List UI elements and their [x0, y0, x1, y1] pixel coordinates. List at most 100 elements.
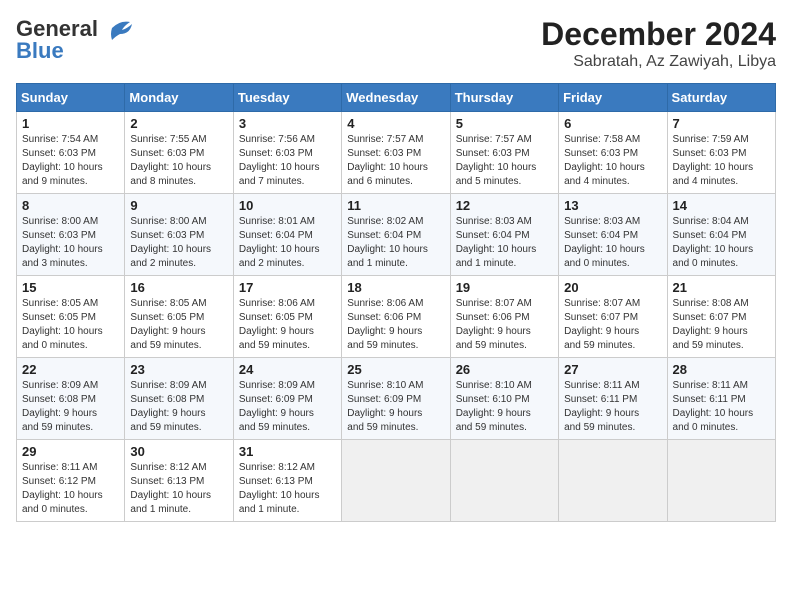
day-info: Sunrise: 8:00 AM Sunset: 6:03 PM Dayligh… [22, 215, 119, 271]
day-info: Sunrise: 8:10 AM Sunset: 6:09 PM Dayligh… [347, 379, 444, 435]
day-cell-11: 11Sunrise: 8:02 AM Sunset: 6:04 PM Dayli… [342, 194, 450, 276]
day-number: 26 [456, 362, 553, 377]
day-info: Sunrise: 8:09 AM Sunset: 6:09 PM Dayligh… [239, 379, 336, 435]
day-number: 2 [130, 116, 227, 131]
weekday-header-saturday: Saturday [667, 84, 775, 112]
weekday-header-wednesday: Wednesday [342, 84, 450, 112]
day-cell-18: 18 Sunrise: 8:06 AM Sunset: 6:06 PM Dayli… [342, 276, 450, 358]
day-number: 21 [673, 280, 770, 295]
day-cell-6: 6Sunrise: 7:58 AM Sunset: 6:03 PM Daylig… [559, 112, 667, 194]
day-number: 17 [239, 280, 336, 295]
day-info: Sunrise: 7:58 AM Sunset: 6:03 PM Dayligh… [564, 133, 661, 189]
day-info: Sunrise: 8:09 AM Sunset: 6:08 PM Dayligh… [130, 379, 227, 435]
day-cell-29: 29Sunrise: 8:11 AM Sunset: 6:12 PM Dayli… [17, 440, 125, 522]
day-number: 10 [239, 198, 336, 213]
month-title: December 2024 [541, 16, 776, 53]
day-cell-3: 3 Sunrise: 7:56 AM Sunset: 6:03 PM Daylig… [233, 112, 341, 194]
day-info: Sunrise: 7:54 AM Sunset: 6:03 PM Dayligh… [22, 133, 119, 189]
day-number: 3 [239, 116, 336, 131]
day-cell-12: 12 Sunrise: 8:03 AM Sunset: 6:04 PM Dayli… [450, 194, 558, 276]
day-cell-14: 14 Sunrise: 8:04 AM Sunset: 6:04 PM Dayli… [667, 194, 775, 276]
location-subtitle: Sabratah, Az Zawiyah, Libya [541, 53, 776, 71]
day-cell-19: 19 Sunrise: 8:07 AM Sunset: 6:06 PM Dayli… [450, 276, 558, 358]
day-number: 9 [130, 198, 227, 213]
day-cell-28: 28 Sunrise: 8:11 AM Sunset: 6:11 PM Dayli… [667, 358, 775, 440]
day-cell-4: 4 Sunrise: 7:57 AM Sunset: 6:03 PM Daylig… [342, 112, 450, 194]
day-info: Sunrise: 8:12 AM Sunset: 6:13 PM Dayligh… [239, 461, 336, 517]
day-number: 23 [130, 362, 227, 377]
day-info: Sunrise: 8:11 AM Sunset: 6:11 PM Dayligh… [673, 379, 770, 435]
day-info: Sunrise: 8:01 AM Sunset: 6:04 PM Dayligh… [239, 215, 336, 271]
day-cell-20: 20Sunrise: 8:07 AM Sunset: 6:07 PM Dayli… [559, 276, 667, 358]
day-cell-7: 7 Sunrise: 7:59 AM Sunset: 6:03 PM Daylig… [667, 112, 775, 194]
day-number: 19 [456, 280, 553, 295]
day-number: 16 [130, 280, 227, 295]
week-row-3: 15 Sunrise: 8:05 AM Sunset: 6:05 PM Dayli… [17, 276, 776, 358]
day-info: Sunrise: 7:57 AM Sunset: 6:03 PM Dayligh… [347, 133, 444, 189]
weekday-header-monday: Monday [125, 84, 233, 112]
day-cell-31: 31 Sunrise: 8:12 AM Sunset: 6:13 PM Dayli… [233, 440, 341, 522]
day-number: 28 [673, 362, 770, 377]
day-info: Sunrise: 8:07 AM Sunset: 6:06 PM Dayligh… [456, 297, 553, 353]
day-cell-8: 8 Sunrise: 8:00 AM Sunset: 6:03 PM Daylig… [17, 194, 125, 276]
day-number: 13 [564, 198, 661, 213]
day-number: 24 [239, 362, 336, 377]
day-info: Sunrise: 8:09 AM Sunset: 6:08 PM Dayligh… [22, 379, 119, 435]
day-cell-17: 17Sunrise: 8:06 AM Sunset: 6:05 PM Dayli… [233, 276, 341, 358]
day-cell-15: 15 Sunrise: 8:05 AM Sunset: 6:05 PM Dayli… [17, 276, 125, 358]
day-number: 20 [564, 280, 661, 295]
day-cell-5: 5Sunrise: 7:57 AM Sunset: 6:03 PM Daylig… [450, 112, 558, 194]
day-number: 15 [22, 280, 119, 295]
day-number: 18 [347, 280, 444, 295]
day-cell-10: 10 Sunrise: 8:01 AM Sunset: 6:04 PM Dayli… [233, 194, 341, 276]
weekday-header-thursday: Thursday [450, 84, 558, 112]
day-info: Sunrise: 8:08 AM Sunset: 6:07 PM Dayligh… [673, 297, 770, 353]
day-info: Sunrise: 7:57 AM Sunset: 6:03 PM Dayligh… [456, 133, 553, 189]
day-number: 7 [673, 116, 770, 131]
day-cell-16: 16 Sunrise: 8:05 AM Sunset: 6:05 PM Dayli… [125, 276, 233, 358]
day-cell-2: 2 Sunrise: 7:55 AM Sunset: 6:03 PM Daylig… [125, 112, 233, 194]
weekday-header-row: SundayMondayTuesdayWednesdayThursdayFrid… [17, 84, 776, 112]
week-row-5: 29Sunrise: 8:11 AM Sunset: 6:12 PM Dayli… [17, 440, 776, 522]
day-number: 14 [673, 198, 770, 213]
day-number: 30 [130, 444, 227, 459]
logo-bird-icon [102, 18, 132, 40]
day-cell-30: 30 Sunrise: 8:12 AM Sunset: 6:13 PM Dayli… [125, 440, 233, 522]
day-cell-23: 23 Sunrise: 8:09 AM Sunset: 6:08 PM Dayli… [125, 358, 233, 440]
empty-cell [450, 440, 558, 522]
day-info: Sunrise: 8:03 AM Sunset: 6:04 PM Dayligh… [456, 215, 553, 271]
day-number: 1 [22, 116, 119, 131]
logo-blue: Blue [16, 38, 64, 64]
day-number: 25 [347, 362, 444, 377]
empty-cell [667, 440, 775, 522]
day-number: 4 [347, 116, 444, 131]
day-info: Sunrise: 8:12 AM Sunset: 6:13 PM Dayligh… [130, 461, 227, 517]
weekday-header-friday: Friday [559, 84, 667, 112]
day-cell-26: 26 Sunrise: 8:10 AM Sunset: 6:10 PM Dayli… [450, 358, 558, 440]
day-info: Sunrise: 8:05 AM Sunset: 6:05 PM Dayligh… [22, 297, 119, 353]
day-cell-24: 24 Sunrise: 8:09 AM Sunset: 6:09 PM Dayli… [233, 358, 341, 440]
day-cell-22: 22 Sunrise: 8:09 AM Sunset: 6:08 PM Dayli… [17, 358, 125, 440]
day-info: Sunrise: 7:56 AM Sunset: 6:03 PM Dayligh… [239, 133, 336, 189]
day-info: Sunrise: 8:10 AM Sunset: 6:10 PM Dayligh… [456, 379, 553, 435]
logo: General Blue [16, 16, 132, 64]
weekday-header-sunday: Sunday [17, 84, 125, 112]
day-number: 27 [564, 362, 661, 377]
empty-cell [342, 440, 450, 522]
day-number: 8 [22, 198, 119, 213]
day-info: Sunrise: 8:05 AM Sunset: 6:05 PM Dayligh… [130, 297, 227, 353]
day-info: Sunrise: 8:11 AM Sunset: 6:11 PM Dayligh… [564, 379, 661, 435]
day-info: Sunrise: 8:04 AM Sunset: 6:04 PM Dayligh… [673, 215, 770, 271]
day-info: Sunrise: 8:00 AM Sunset: 6:03 PM Dayligh… [130, 215, 227, 271]
day-cell-27: 27 Sunrise: 8:11 AM Sunset: 6:11 PM Dayli… [559, 358, 667, 440]
day-cell-1: 1 Sunrise: 7:54 AM Sunset: 6:03 PM Daylig… [17, 112, 125, 194]
day-info: Sunrise: 8:06 AM Sunset: 6:06 PM Dayligh… [347, 297, 444, 353]
day-info: Sunrise: 7:55 AM Sunset: 6:03 PM Dayligh… [130, 133, 227, 189]
week-row-4: 22 Sunrise: 8:09 AM Sunset: 6:08 PM Dayli… [17, 358, 776, 440]
day-number: 31 [239, 444, 336, 459]
day-cell-21: 21 Sunrise: 8:08 AM Sunset: 6:07 PM Dayli… [667, 276, 775, 358]
day-info: Sunrise: 7:59 AM Sunset: 6:03 PM Dayligh… [673, 133, 770, 189]
day-number: 12 [456, 198, 553, 213]
day-number: 22 [22, 362, 119, 377]
weekday-header-tuesday: Tuesday [233, 84, 341, 112]
